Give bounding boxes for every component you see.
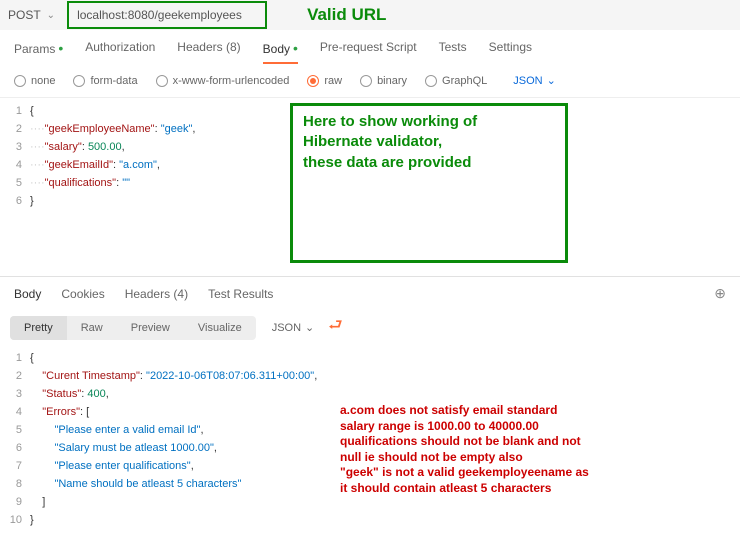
response-body-editor[interactable]: 12345678910 { "Curent Timestamp": "2022-… [0,345,740,533]
resp-tab-tests[interactable]: Test Results [208,287,273,301]
line-gutter: 123456 [0,102,30,210]
radio-none[interactable]: none [14,75,55,87]
wrap-lines-icon[interactable]: ⮐ [328,314,342,341]
tab-params[interactable]: Params• [14,40,63,64]
http-method-value: POST [8,8,41,22]
resp-tab-cookies[interactable]: Cookies [61,287,104,301]
radio-raw[interactable]: raw [307,75,342,87]
radio-graphql[interactable]: GraphQL [425,75,487,87]
view-preview[interactable]: Preview [117,316,184,340]
resp-tab-body[interactable]: Body [14,287,41,301]
line-gutter: 12345678910 [0,349,30,529]
view-raw[interactable]: Raw [67,316,117,340]
tab-authorization[interactable]: Authorization [85,40,155,64]
request-tabs: Params• Authorization Headers (8) Body• … [0,30,740,64]
body-type-radios: none form-data x-www-form-urlencoded raw… [0,64,740,97]
http-method-select[interactable]: POST ⌄ [8,8,67,22]
globe-icon[interactable]: ⊕ [714,285,726,302]
response-format-select[interactable]: JSON ⌄ [272,321,315,334]
view-visualize[interactable]: Visualize [184,316,256,340]
chevron-down-icon: ⌄ [547,74,556,87]
tab-headers[interactable]: Headers (8) [177,40,240,64]
annotation-valid-url: Valid URL [307,5,386,25]
tab-settings[interactable]: Settings [489,40,532,64]
tab-tests[interactable]: Tests [439,40,467,64]
resp-tab-headers[interactable]: Headers (4) [125,287,188,301]
url-value: localhost:8080/geekemployees [77,8,242,22]
chevron-down-icon: ⌄ [47,10,55,21]
radio-formdata[interactable]: form-data [73,75,137,87]
radio-urlencoded[interactable]: x-www-form-urlencoded [156,75,290,87]
annotation-green-box: Here to show working of Hibernate valida… [290,103,568,263]
radio-binary[interactable]: binary [360,75,407,87]
view-pretty[interactable]: Pretty [10,316,67,340]
tab-prerequest[interactable]: Pre-request Script [320,40,417,64]
response-view-tabs: Pretty Raw Preview Visualize [10,316,256,340]
body-content-type-select[interactable]: JSON⌄ [513,74,556,87]
chevron-down-icon: ⌄ [305,321,314,334]
annotation-red-text: a.com does not satisfy email standard sa… [340,403,640,497]
response-tabs: Body Cookies Headers (4) Test Results ⊕ [0,277,740,310]
url-input[interactable]: localhost:8080/geekemployees [67,1,267,29]
tab-body[interactable]: Body• [263,40,298,64]
